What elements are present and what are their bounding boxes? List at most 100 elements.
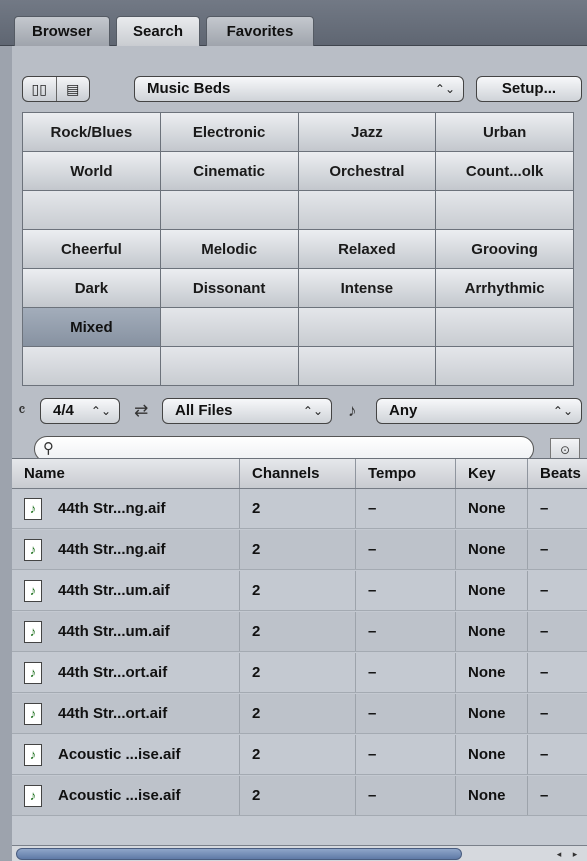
audio-file-icon: ♪ bbox=[24, 702, 42, 725]
file-key: None bbox=[468, 746, 506, 763]
column-view-icon[interactable]: ▯▯ bbox=[23, 77, 57, 101]
keyword-button[interactable]: Count...olk bbox=[436, 152, 573, 190]
setup-button[interactable]: Setup... bbox=[476, 76, 582, 102]
keyword-button[interactable]: Dissonant bbox=[160, 269, 298, 307]
keyword-button-empty[interactable] bbox=[160, 347, 298, 385]
table-row[interactable]: ♪ 44th Str...um.aif 2 – None – bbox=[12, 571, 587, 611]
keyword-button-empty[interactable] bbox=[160, 191, 298, 229]
file-channels-cell: 2 bbox=[240, 571, 356, 610]
file-type-popup[interactable]: All Files ⌃⌄ bbox=[162, 398, 332, 424]
keyword-button[interactable]: Rock/Blues bbox=[23, 113, 160, 151]
file-beats-cell: – bbox=[528, 653, 587, 692]
signature-popup[interactable]: 4/4 ⌃⌄ bbox=[40, 398, 120, 424]
table-row[interactable]: ♪ 44th Str...ng.aif 2 – None – bbox=[12, 489, 587, 529]
file-key: None bbox=[468, 664, 506, 681]
file-channels: 2 bbox=[252, 746, 261, 763]
file-channels: 2 bbox=[252, 664, 261, 681]
keyword-button[interactable]: Electronic bbox=[160, 113, 298, 151]
keyword-button[interactable]: Cheerful bbox=[23, 230, 160, 268]
tab-browser[interactable]: Browser bbox=[14, 16, 110, 46]
keyword-button-empty[interactable] bbox=[298, 347, 436, 385]
table-row[interactable]: ♪ 44th Str...um.aif 2 – None – bbox=[12, 612, 587, 652]
keyword-button-empty[interactable] bbox=[160, 308, 298, 346]
file-tempo-cell: – bbox=[356, 489, 456, 528]
file-key: None bbox=[468, 787, 506, 804]
keyword-button[interactable]: Cinematic bbox=[160, 152, 298, 190]
keyword-button-empty[interactable] bbox=[298, 191, 436, 229]
file-name-cell: ♪ Acoustic ...ise.aif bbox=[12, 735, 240, 774]
keyword-button[interactable]: Urban bbox=[436, 113, 573, 151]
tab-favorites[interactable]: Favorites bbox=[206, 16, 314, 46]
file-beats: – bbox=[540, 664, 549, 681]
table-row[interactable]: ♪ Acoustic ...ise.aif 2 – None – bbox=[12, 735, 587, 775]
file-beats: – bbox=[540, 500, 549, 517]
scale-icon: ♪ bbox=[348, 401, 357, 420]
file-name: 44th Str...ort.aif bbox=[58, 705, 168, 722]
keyword-button-empty[interactable] bbox=[436, 191, 573, 229]
file-beats: – bbox=[540, 582, 549, 599]
keyword-button[interactable]: Orchestral bbox=[298, 152, 436, 190]
toolbar: ▯▯ ▤ Music Beds ⌃⌄ Setup... bbox=[12, 76, 587, 106]
file-name-cell: ♪ 44th Str...ng.aif bbox=[12, 489, 240, 528]
scroll-right-arrow-icon[interactable]: ▸ bbox=[568, 847, 582, 861]
keyword-button-empty[interactable] bbox=[298, 308, 436, 346]
file-name: Acoustic ...ise.aif bbox=[58, 787, 181, 804]
tab-search[interactable]: Search bbox=[116, 16, 200, 46]
column-header-channels[interactable]: Channels bbox=[240, 459, 356, 488]
list-view-icon[interactable]: ▤ bbox=[57, 77, 90, 101]
audio-file-icon: ♪ bbox=[24, 784, 42, 807]
file-channels: 2 bbox=[252, 582, 261, 599]
popup-arrows-icon: ⌃⌄ bbox=[90, 404, 111, 418]
keyword-grid: Rock/Blues Electronic Jazz Urban World Cinema… bbox=[22, 112, 574, 386]
keyword-button[interactable]: Intense bbox=[298, 269, 436, 307]
keyword-button[interactable]: Mixed bbox=[23, 308, 160, 346]
file-channels: 2 bbox=[252, 623, 261, 640]
table-row[interactable]: ♪ 44th Str...ort.aif 2 – None – bbox=[12, 653, 587, 693]
scroll-left-arrow-icon[interactable]: ◂ bbox=[552, 847, 566, 861]
keyword-button-empty[interactable] bbox=[436, 347, 573, 385]
table-row[interactable]: ♪ 44th Str...ng.aif 2 – None – bbox=[12, 530, 587, 570]
column-header-name[interactable]: Name bbox=[12, 459, 240, 488]
file-beats-cell: – bbox=[528, 571, 587, 610]
scrollbar-thumb[interactable] bbox=[16, 848, 462, 860]
table-row[interactable]: ♪ 44th Str...ort.aif 2 – None – bbox=[12, 694, 587, 734]
view-toggle[interactable]: ▯▯ ▤ bbox=[22, 76, 90, 102]
file-key: None bbox=[468, 705, 506, 722]
search-icon: ⚲ bbox=[43, 440, 54, 457]
keyword-button[interactable]: Dark bbox=[23, 269, 160, 307]
filter-row: 𝄴 4/4 ⌃⌄ ⇄ All Files ⌃⌄ ♪ Any ⌃⌄ bbox=[12, 398, 587, 426]
file-beats-cell: – bbox=[528, 694, 587, 733]
file-tempo: – bbox=[368, 746, 377, 763]
keyword-button[interactable]: Relaxed bbox=[298, 230, 436, 268]
horizontal-scrollbar[interactable]: ◂ ▸ bbox=[12, 845, 587, 861]
keyword-button[interactable]: World bbox=[23, 152, 160, 190]
file-key-cell: None bbox=[456, 571, 528, 610]
file-tempo-cell: – bbox=[356, 530, 456, 569]
keyword-button-empty[interactable] bbox=[23, 191, 160, 229]
signature-value: 4/4 bbox=[53, 402, 74, 419]
category-popup[interactable]: Music Beds ⌃⌄ bbox=[134, 76, 464, 102]
file-key: None bbox=[468, 541, 506, 558]
file-channels-cell: 2 bbox=[240, 735, 356, 774]
file-channels-cell: 2 bbox=[240, 653, 356, 692]
column-header-tempo[interactable]: Tempo bbox=[356, 459, 456, 488]
column-header-key[interactable]: Key bbox=[456, 459, 528, 488]
keyword-button[interactable]: Grooving bbox=[436, 230, 573, 268]
file-channels: 2 bbox=[252, 500, 261, 517]
category-popup-label: Music Beds bbox=[147, 80, 231, 97]
column-header-beats[interactable]: Beats bbox=[528, 459, 587, 488]
file-key-cell: None bbox=[456, 530, 528, 569]
file-tempo-cell: – bbox=[356, 571, 456, 610]
file-name: 44th Str...ng.aif bbox=[58, 500, 166, 517]
file-name: 44th Str...ort.aif bbox=[58, 664, 168, 681]
file-tempo-cell: – bbox=[356, 735, 456, 774]
table-row[interactable]: ♪ Acoustic ...ise.aif 2 – None – bbox=[12, 776, 587, 816]
keyword-button[interactable]: Melodic bbox=[160, 230, 298, 268]
scale-popup[interactable]: Any ⌃⌄ bbox=[376, 398, 582, 424]
file-channels: 2 bbox=[252, 705, 261, 722]
keyword-button-empty[interactable] bbox=[23, 347, 160, 385]
keyword-button-empty[interactable] bbox=[436, 308, 573, 346]
keyword-button[interactable]: Arrhythmic bbox=[436, 269, 573, 307]
search-panel: ▯▯ ▤ Music Beds ⌃⌄ Setup... Rock/Blues El… bbox=[12, 56, 587, 462]
keyword-button[interactable]: Jazz bbox=[298, 113, 436, 151]
